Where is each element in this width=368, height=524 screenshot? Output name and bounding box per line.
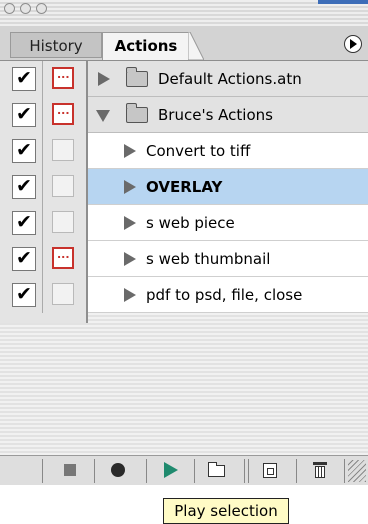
record-button[interactable] <box>100 456 136 485</box>
expand-triangle-icon[interactable] <box>124 252 136 266</box>
toggle-column: ✔ <box>0 277 88 313</box>
toggle-column: ✔ <box>0 61 88 97</box>
action-row[interactable]: s web thumbnail <box>88 241 368 277</box>
list-item[interactable]: ✔ Default Actions.atn <box>0 61 368 97</box>
palette-menu-button[interactable] <box>344 35 362 53</box>
action-set-row[interactable]: Default Actions.atn <box>88 61 368 97</box>
toolbar-divider <box>146 459 147 483</box>
palette-title-bar[interactable] <box>0 0 368 26</box>
play-selection-button[interactable] <box>152 456 188 485</box>
toggle-dialog-icon[interactable] <box>52 139 74 161</box>
toggle-dialog-icon[interactable] <box>52 283 74 305</box>
toolbar-divider <box>296 459 297 483</box>
toggle-dialog-icon[interactable] <box>52 67 74 89</box>
play-selection-tooltip: Play selection <box>163 498 289 524</box>
minimize-window-icon[interactable] <box>20 3 31 14</box>
actions-toolbar <box>0 455 368 485</box>
new-action-icon <box>263 463 277 478</box>
close-window-icon[interactable] <box>4 3 15 14</box>
list-item[interactable]: ✔ s web piece <box>0 205 368 241</box>
column-divider <box>42 205 43 241</box>
folder-icon <box>208 462 225 477</box>
folder-icon <box>126 67 148 87</box>
toolbar-divider <box>248 459 249 483</box>
column-divider <box>42 277 43 313</box>
action-row[interactable]: Convert to tiff <box>88 133 368 169</box>
collapse-triangle-icon[interactable] <box>96 110 110 122</box>
record-icon <box>111 463 125 477</box>
list-item[interactable]: ✔ s web thumbnail <box>0 241 368 277</box>
toolbar-divider <box>194 459 195 483</box>
stop-button[interactable] <box>52 456 88 485</box>
trash-lid <box>313 462 327 465</box>
action-label: s web piece <box>146 214 235 232</box>
tab-history[interactable]: History <box>10 32 102 58</box>
list-item[interactable]: ✔ Convert to tiff <box>0 133 368 169</box>
toolbar-divider <box>344 459 345 483</box>
toggle-column: ✔ <box>0 205 88 241</box>
column-divider <box>42 169 43 205</box>
toggle-item-checkbox[interactable]: ✔ <box>12 247 36 271</box>
column-divider <box>42 97 43 133</box>
toggle-column: ✔ <box>0 133 88 169</box>
action-row[interactable]: s web piece <box>88 205 368 241</box>
new-action-button[interactable] <box>252 456 288 485</box>
action-row[interactable]: pdf to psd, file, close <box>88 277 368 313</box>
toolbar-divider <box>94 459 95 483</box>
trash-icon <box>313 462 327 478</box>
trash-can <box>315 466 325 478</box>
action-label: Default Actions.atn <box>158 70 302 88</box>
action-label: OVERLAY <box>146 178 223 196</box>
toggle-item-checkbox[interactable]: ✔ <box>12 211 36 235</box>
list-item[interactable]: ✔ OVERLAY <box>0 169 368 205</box>
window-edge <box>318 0 368 4</box>
toggle-column-end <box>0 313 88 323</box>
action-set-row[interactable]: Bruce's Actions <box>88 97 368 133</box>
toggle-dialog-icon[interactable] <box>52 211 74 233</box>
toggle-column: ✔ <box>0 241 88 277</box>
expand-triangle-icon[interactable] <box>98 72 110 86</box>
new-set-button[interactable] <box>198 456 234 485</box>
list-item[interactable]: ✔ Bruce's Actions <box>0 97 368 133</box>
toggle-item-checkbox[interactable]: ✔ <box>12 67 36 91</box>
expand-triangle-icon[interactable] <box>124 216 136 230</box>
action-label: Bruce's Actions <box>158 106 273 124</box>
toggle-item-checkbox[interactable]: ✔ <box>12 103 36 127</box>
toggle-dialog-icon[interactable] <box>52 103 74 125</box>
action-label: Convert to tiff <box>146 142 251 160</box>
delete-button[interactable] <box>302 456 338 485</box>
action-row-selected[interactable]: OVERLAY <box>88 169 368 205</box>
expand-triangle-icon[interactable] <box>124 288 136 302</box>
toggle-item-checkbox[interactable]: ✔ <box>12 283 36 307</box>
zoom-window-icon[interactable] <box>36 3 47 14</box>
toolbar-divider <box>244 459 245 483</box>
tab-bar: History Actions <box>0 26 368 61</box>
toggle-column: ✔ <box>0 169 88 205</box>
list-empty-area[interactable] <box>0 313 368 455</box>
toggle-dialog-icon[interactable] <box>52 247 74 269</box>
toggle-dialog-icon[interactable] <box>52 175 74 197</box>
actions-list: ✔ Default Actions.atn ✔ Bruce's Actions <box>0 61 368 313</box>
resize-grip-icon[interactable] <box>348 460 366 482</box>
tab-actions[interactable]: Actions <box>102 32 190 60</box>
toggle-item-checkbox[interactable]: ✔ <box>12 175 36 199</box>
toggle-column: ✔ <box>0 97 88 133</box>
column-divider <box>42 61 43 97</box>
toolbar-divider <box>42 459 43 483</box>
action-label: s web thumbnail <box>146 250 271 268</box>
tab-edge <box>188 32 204 60</box>
folder-icon <box>126 103 148 123</box>
toggle-item-checkbox[interactable]: ✔ <box>12 139 36 163</box>
actions-panel: History Actions ✔ Default Actions.atn ✔ <box>0 0 368 485</box>
action-label: pdf to psd, file, close <box>146 286 303 304</box>
list-item[interactable]: ✔ pdf to psd, file, close <box>0 277 368 313</box>
play-icon <box>164 462 178 478</box>
stop-icon <box>64 464 76 476</box>
expand-triangle-icon[interactable] <box>124 180 136 194</box>
menu-arrow-icon <box>350 39 357 49</box>
column-divider <box>42 241 43 277</box>
expand-triangle-icon[interactable] <box>124 144 136 158</box>
column-divider <box>42 133 43 169</box>
